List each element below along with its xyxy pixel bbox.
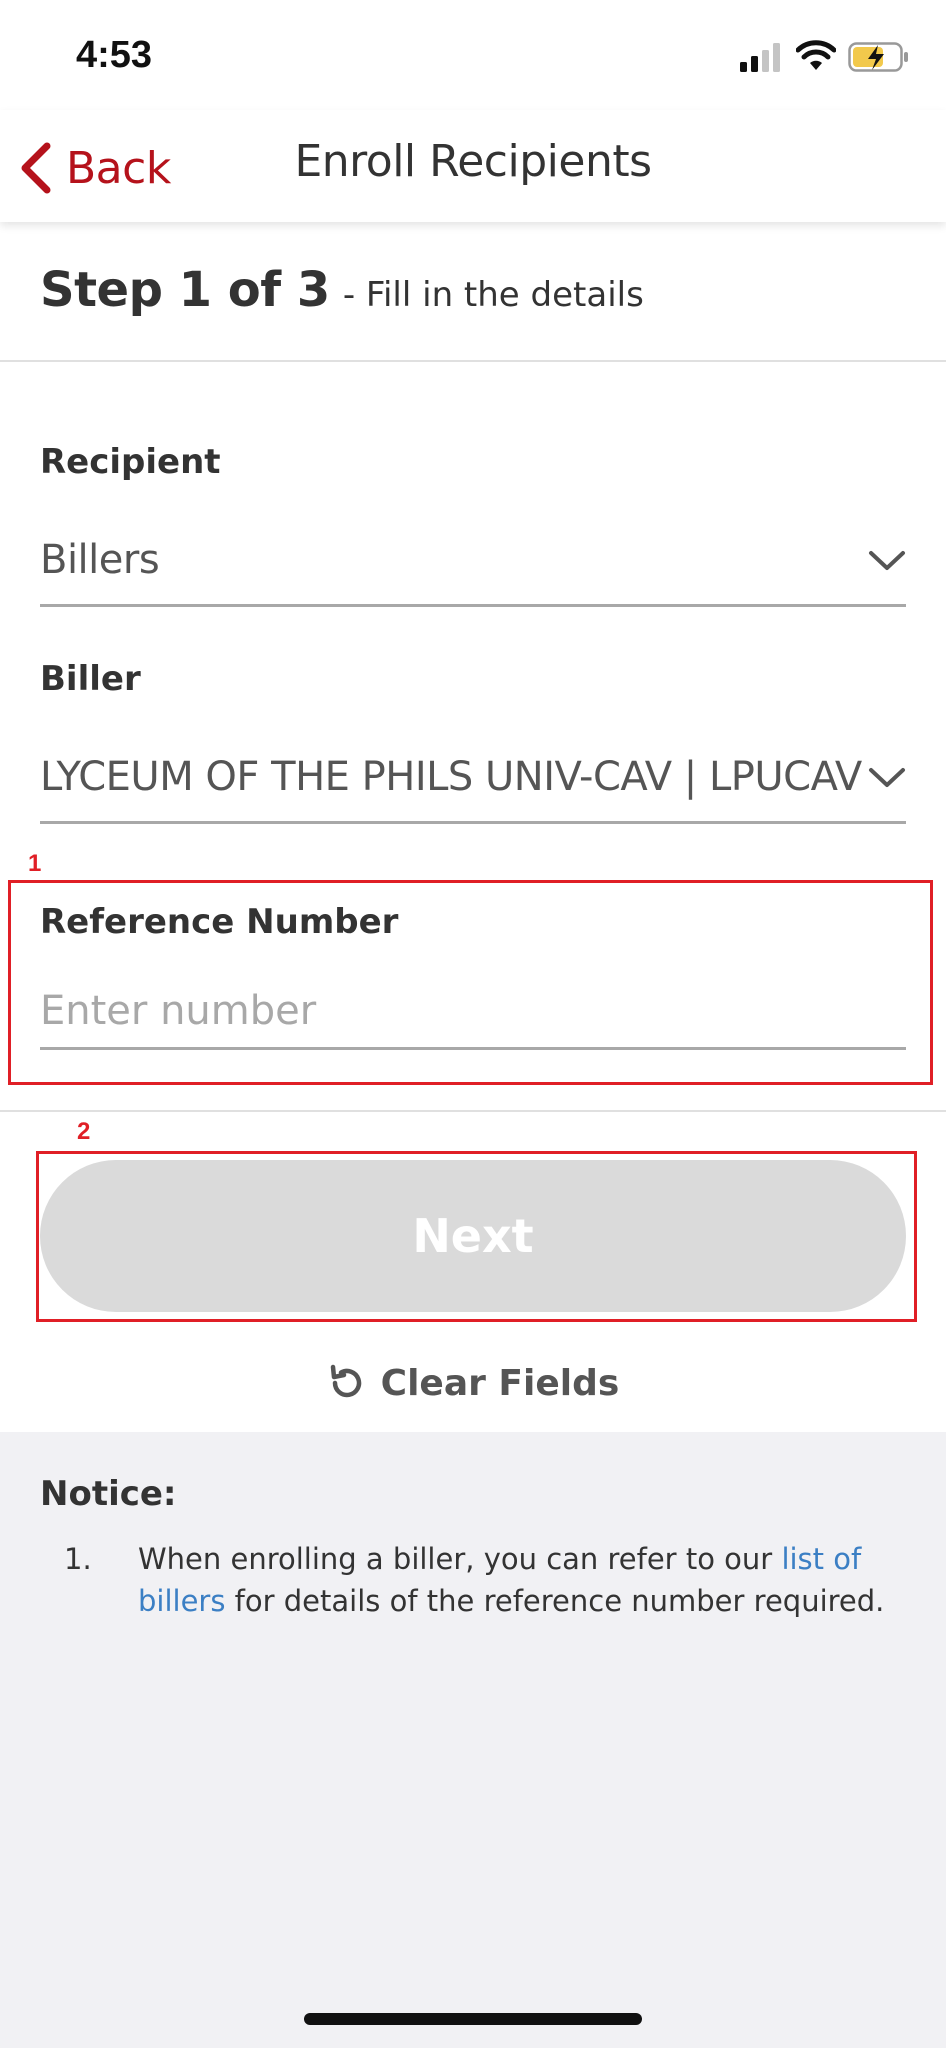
home-indicator: [304, 2013, 642, 2025]
notice-item-number: 1.: [64, 1542, 92, 1576]
annotation-label-1: 1: [28, 850, 42, 877]
chevron-down-icon: [869, 768, 905, 787]
chevron-left-icon: [21, 142, 51, 194]
step-header: Step 1 of 3 - Fill in the details: [40, 262, 644, 318]
step-indicator: Step 1 of 3: [40, 262, 330, 318]
reference-number-input[interactable]: [40, 974, 906, 1050]
notice-text-before: When enrolling a biller, you can refer t…: [138, 1542, 782, 1576]
recipient-value: Billers: [40, 537, 160, 583]
back-label: Back: [66, 142, 171, 194]
wifi-icon: [796, 40, 836, 70]
recipient-label: Recipient: [40, 442, 221, 482]
biller-value: LYCEUM OF THE PHILS UNIV-CAV | LPUCAV: [40, 754, 862, 800]
reference-number-label: Reference Number: [40, 902, 399, 942]
cellular-signal-icon: [740, 43, 780, 72]
next-button[interactable]: Next: [40, 1160, 906, 1312]
status-time: 4:53: [76, 34, 153, 76]
chevron-down-icon: [869, 551, 905, 570]
notice-title: Notice:: [40, 1474, 177, 1514]
status-bar: 4:53: [0, 0, 946, 110]
notice-item: 1. When enrolling a biller, you can refe…: [64, 1538, 904, 1622]
clear-fields-button[interactable]: Clear Fields: [0, 1358, 946, 1408]
biller-select[interactable]: LYCEUM OF THE PHILS UNIV-CAV | LPUCAV: [40, 754, 906, 824]
annotation-label-2: 2: [77, 1118, 91, 1145]
divider: [0, 360, 946, 362]
battery-charging-icon: [848, 42, 908, 72]
nav-header: Enroll Recipients Back: [0, 110, 946, 222]
back-button[interactable]: Back: [18, 140, 171, 196]
step-description: - Fill in the details: [342, 275, 644, 315]
notice-item-text: When enrolling a biller, you can refer t…: [64, 1538, 904, 1622]
clear-fields-label: Clear Fields: [380, 1362, 620, 1404]
notice-text-after: for details of the reference number requ…: [225, 1584, 885, 1618]
refresh-icon: [330, 1364, 361, 1398]
divider: [0, 1110, 946, 1112]
recipient-select[interactable]: Billers: [40, 537, 906, 607]
biller-label: Biller: [40, 659, 141, 699]
